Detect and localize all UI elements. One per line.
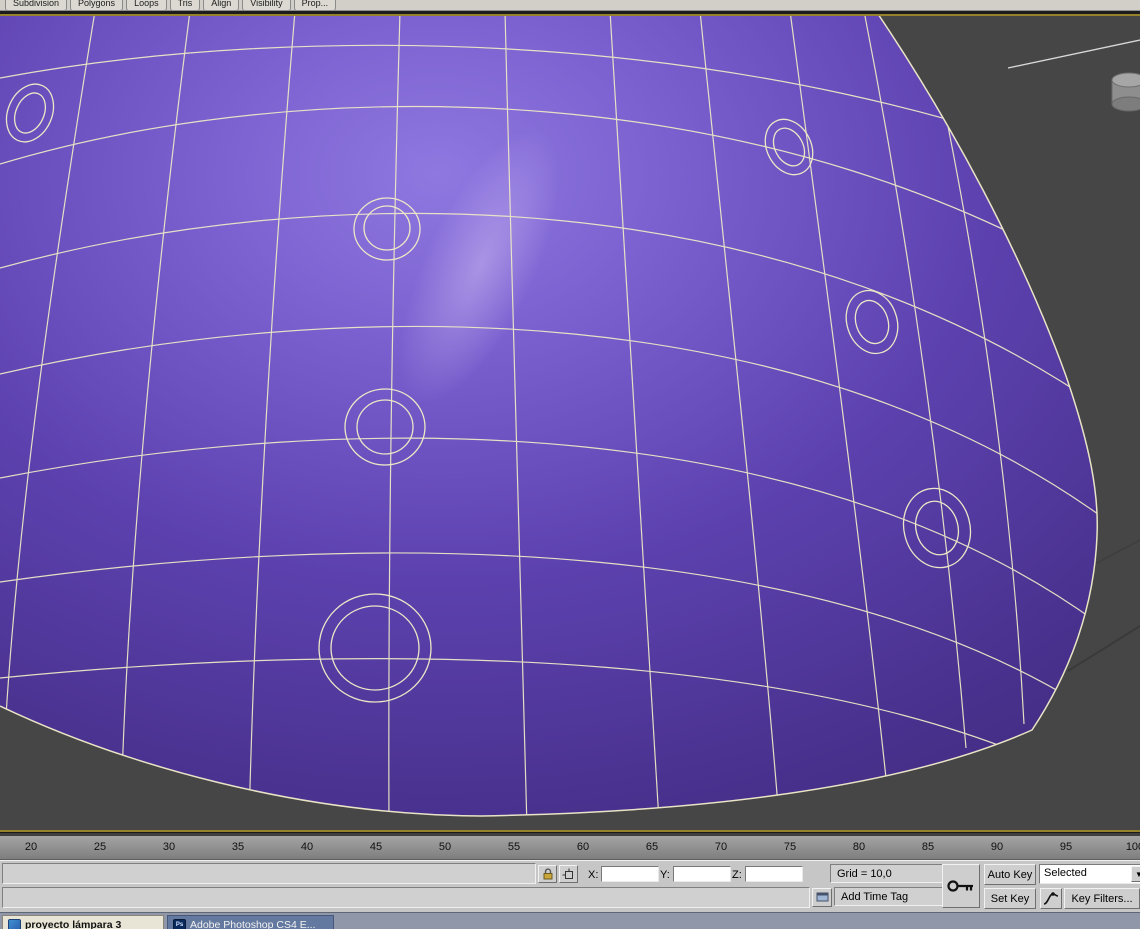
z-coordinate-input[interactable] bbox=[745, 866, 803, 882]
key-filters-button[interactable]: Key Filters... bbox=[1064, 888, 1140, 909]
y-coordinate-input[interactable] bbox=[673, 866, 731, 882]
time-tag-button[interactable] bbox=[812, 888, 832, 907]
x-coordinate-input[interactable] bbox=[601, 866, 659, 882]
status-bar: X: Y: Z: Grid = 10,0 Add Time Tag Auto K… bbox=[0, 860, 1140, 912]
grid-size-readout: Grid = 10,0 bbox=[830, 864, 944, 883]
ribbon-tab-polygons[interactable]: Polygons bbox=[70, 0, 123, 11]
timeline-label: 50 bbox=[434, 841, 456, 853]
timeline-label: 65 bbox=[641, 841, 663, 853]
z-coordinate-label: Z: bbox=[732, 869, 742, 881]
dome-object[interactable] bbox=[0, 16, 1140, 828]
lock-icon bbox=[542, 868, 554, 880]
taskbar-item-label: Adobe Photoshop CS4 E... bbox=[190, 919, 316, 929]
timeline-label: 45 bbox=[365, 841, 387, 853]
selection-set-value: Selected bbox=[1040, 865, 1140, 879]
timeline-label: 90 bbox=[986, 841, 1008, 853]
timeline-label: 35 bbox=[227, 841, 249, 853]
photoshop-app-icon: Ps bbox=[173, 919, 186, 929]
status-prompt-line bbox=[2, 863, 536, 884]
timeline-label: 70 bbox=[710, 841, 732, 853]
curve-icon bbox=[1043, 892, 1059, 906]
windows-taskbar: proyecto lámpara 3 Ps Adobe Photoshop CS… bbox=[0, 912, 1140, 929]
ribbon-tab-align[interactable]: Align bbox=[203, 0, 239, 11]
viewport-3d-scene[interactable] bbox=[0, 16, 1140, 830]
taskbar-item-label: proyecto lámpara 3 bbox=[25, 919, 121, 929]
set-key-button[interactable]: Set Key bbox=[984, 888, 1036, 909]
modeling-ribbon-tabs: Subdivision Polygons Loops Tris Align Vi… bbox=[0, 0, 1140, 11]
timeline-label: 100 bbox=[1124, 841, 1140, 853]
taskbar-item-3dsmax[interactable]: proyecto lámpara 3 bbox=[2, 915, 164, 929]
absolute-offset-toggle-button[interactable] bbox=[559, 865, 578, 883]
taskbar-item-photoshop[interactable]: Ps Adobe Photoshop CS4 E... bbox=[167, 915, 334, 929]
timeline-label: 75 bbox=[779, 841, 801, 853]
selection-lock-button[interactable] bbox=[538, 865, 557, 883]
auto-key-button[interactable]: Auto Key bbox=[984, 864, 1036, 885]
add-time-tag-field[interactable]: Add Time Tag bbox=[834, 887, 944, 906]
timeline-label: 55 bbox=[503, 841, 525, 853]
timeline-label: 25 bbox=[89, 841, 111, 853]
set-keys-button[interactable] bbox=[942, 864, 980, 908]
absolute-offset-icon bbox=[562, 868, 575, 881]
timeline-track-bar[interactable]: 20 25 30 35 40 45 50 55 60 65 70 75 80 8… bbox=[0, 836, 1140, 860]
timeline-label: 80 bbox=[848, 841, 870, 853]
status-message-line bbox=[2, 887, 810, 908]
timeline-label: 60 bbox=[572, 841, 594, 853]
perspective-viewport[interactable] bbox=[0, 14, 1140, 832]
timeline-label: 40 bbox=[296, 841, 318, 853]
timeline-label: 95 bbox=[1055, 841, 1077, 853]
x-coordinate-label: X: bbox=[588, 869, 598, 881]
timeline-label: 85 bbox=[917, 841, 939, 853]
y-coordinate-label: Y: bbox=[660, 869, 670, 881]
timeline-label: 20 bbox=[20, 841, 42, 853]
ribbon-tab-properties[interactable]: Prop... bbox=[294, 0, 337, 11]
ribbon-tab-loops[interactable]: Loops bbox=[126, 0, 167, 11]
ribbon-tab-visibility[interactable]: Visibility bbox=[242, 0, 290, 11]
default-tangent-button[interactable] bbox=[1040, 888, 1062, 909]
time-tag-icon bbox=[816, 892, 829, 903]
ribbon-tab-tris[interactable]: Tris bbox=[170, 0, 201, 11]
timeline-label: 30 bbox=[158, 841, 180, 853]
key-icon bbox=[946, 875, 976, 897]
selection-set-dropdown[interactable]: Selected ▼ bbox=[1039, 864, 1140, 884]
scene-gizmo-object[interactable] bbox=[1112, 73, 1140, 111]
ribbon-tab-subdivision[interactable]: Subdivision bbox=[5, 0, 67, 11]
3dsmax-app-icon bbox=[8, 919, 21, 929]
chevron-down-icon[interactable]: ▼ bbox=[1131, 866, 1140, 882]
